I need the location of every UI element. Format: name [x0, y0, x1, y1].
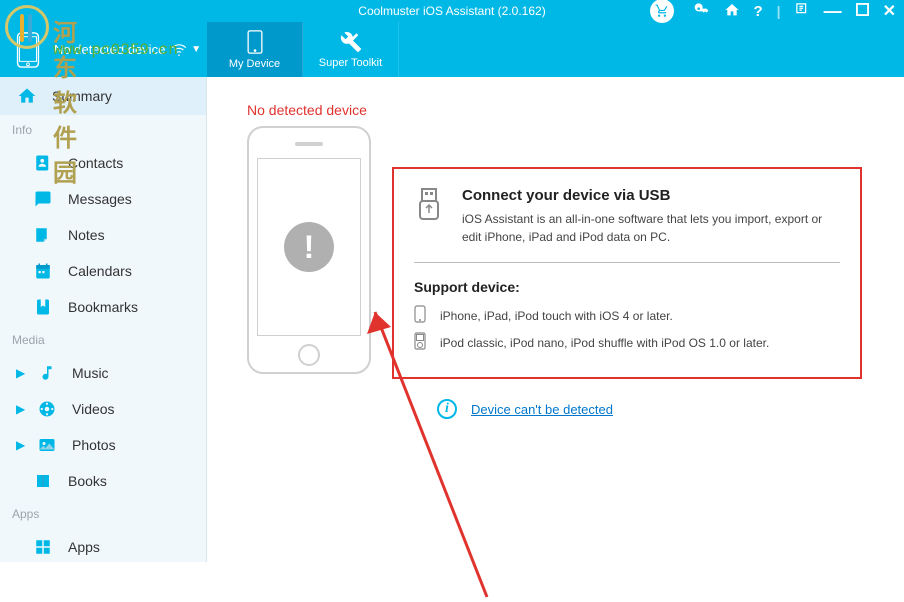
device-info[interactable]: No detected device ▼ [0, 22, 207, 77]
expand-arrow-icon: ▶ [16, 438, 30, 452]
bookmark-icon [32, 298, 54, 316]
contacts-icon [32, 154, 54, 172]
expand-arrow-icon: ▶ [16, 366, 30, 380]
sidebar-item-summary[interactable]: Summary [0, 77, 206, 115]
messages-icon [32, 190, 54, 208]
sidebar-item-apps[interactable]: Apps [0, 529, 206, 562]
device-label: No detected device [54, 42, 165, 57]
divider: | [777, 3, 781, 19]
home-icon[interactable] [724, 2, 740, 21]
maximize-button[interactable] [856, 3, 869, 19]
key-icon[interactable] [694, 2, 710, 21]
notes-icon [32, 226, 54, 244]
sidebar-item-books[interactable]: Books [0, 463, 206, 499]
content-area: No detected device ! Connect your device… [207, 77, 904, 562]
sidebar-section-apps: Apps [0, 499, 206, 529]
tab-my-device[interactable]: My Device [207, 22, 303, 77]
no-device-label: No detected device [247, 102, 874, 118]
sidebar-item-music[interactable]: ▶ Music [0, 355, 206, 391]
sidebar-item-contacts[interactable]: Contacts [0, 145, 206, 181]
help-icon[interactable]: ? [754, 3, 763, 20]
titlebar: Coolmuster iOS Assistant (2.0.162) ? | —… [0, 0, 904, 22]
sidebar-item-bookmarks[interactable]: Bookmarks [0, 289, 206, 325]
sidebar-section-media: Media [0, 325, 206, 355]
detect-help-link[interactable]: Device can't be detected [471, 402, 613, 417]
expand-arrow-icon: ▶ [16, 402, 30, 416]
connect-heading: Connect your device via USB [462, 187, 840, 204]
support-heading: Support device: [414, 279, 840, 295]
apps-icon [32, 538, 54, 556]
photos-icon [36, 436, 58, 454]
usb-icon [414, 187, 448, 246]
sidebar-item-videos[interactable]: ▶ Videos [0, 391, 206, 427]
iphone-icon [414, 305, 430, 326]
home-icon [16, 86, 38, 106]
phone-placeholder: ! [247, 126, 371, 374]
ipod-icon [414, 332, 430, 353]
exclamation-icon: ! [284, 222, 334, 272]
calendar-icon [32, 262, 54, 280]
tab-super-toolkit[interactable]: Super Toolkit [303, 22, 399, 77]
sidebar: Summary Info Contacts Messages Notes Cal… [0, 77, 207, 562]
connect-info-box: Connect your device via USB iOS Assistan… [392, 167, 862, 379]
info-icon: i [437, 399, 457, 419]
close-button[interactable]: ✕ [883, 1, 896, 21]
videos-icon [36, 400, 58, 418]
connect-description: iOS Assistant is an all-in-one software … [462, 210, 840, 246]
sidebar-item-notes[interactable]: Notes [0, 217, 206, 253]
sidebar-section-info: Info [0, 115, 206, 145]
support-device-2: iPod classic, iPod nano, iPod shuffle wi… [414, 332, 840, 353]
topbar: No detected device ▼ My Device Super Too… [0, 22, 904, 77]
support-device-1: iPhone, iPad, iPod touch with iOS 4 or l… [414, 305, 840, 326]
wifi-icon [171, 44, 187, 56]
minimize-button[interactable]: — [824, 1, 842, 22]
sidebar-item-calendars[interactable]: Calendars [0, 253, 206, 289]
chevron-down-icon: ▼ [191, 44, 201, 55]
sidebar-item-messages[interactable]: Messages [0, 181, 206, 217]
sidebar-item-photos[interactable]: ▶ Photos [0, 427, 206, 463]
music-icon [36, 364, 58, 382]
books-icon [32, 472, 54, 490]
feedback-icon[interactable] [795, 2, 810, 20]
cart-icon[interactable] [650, 0, 674, 23]
